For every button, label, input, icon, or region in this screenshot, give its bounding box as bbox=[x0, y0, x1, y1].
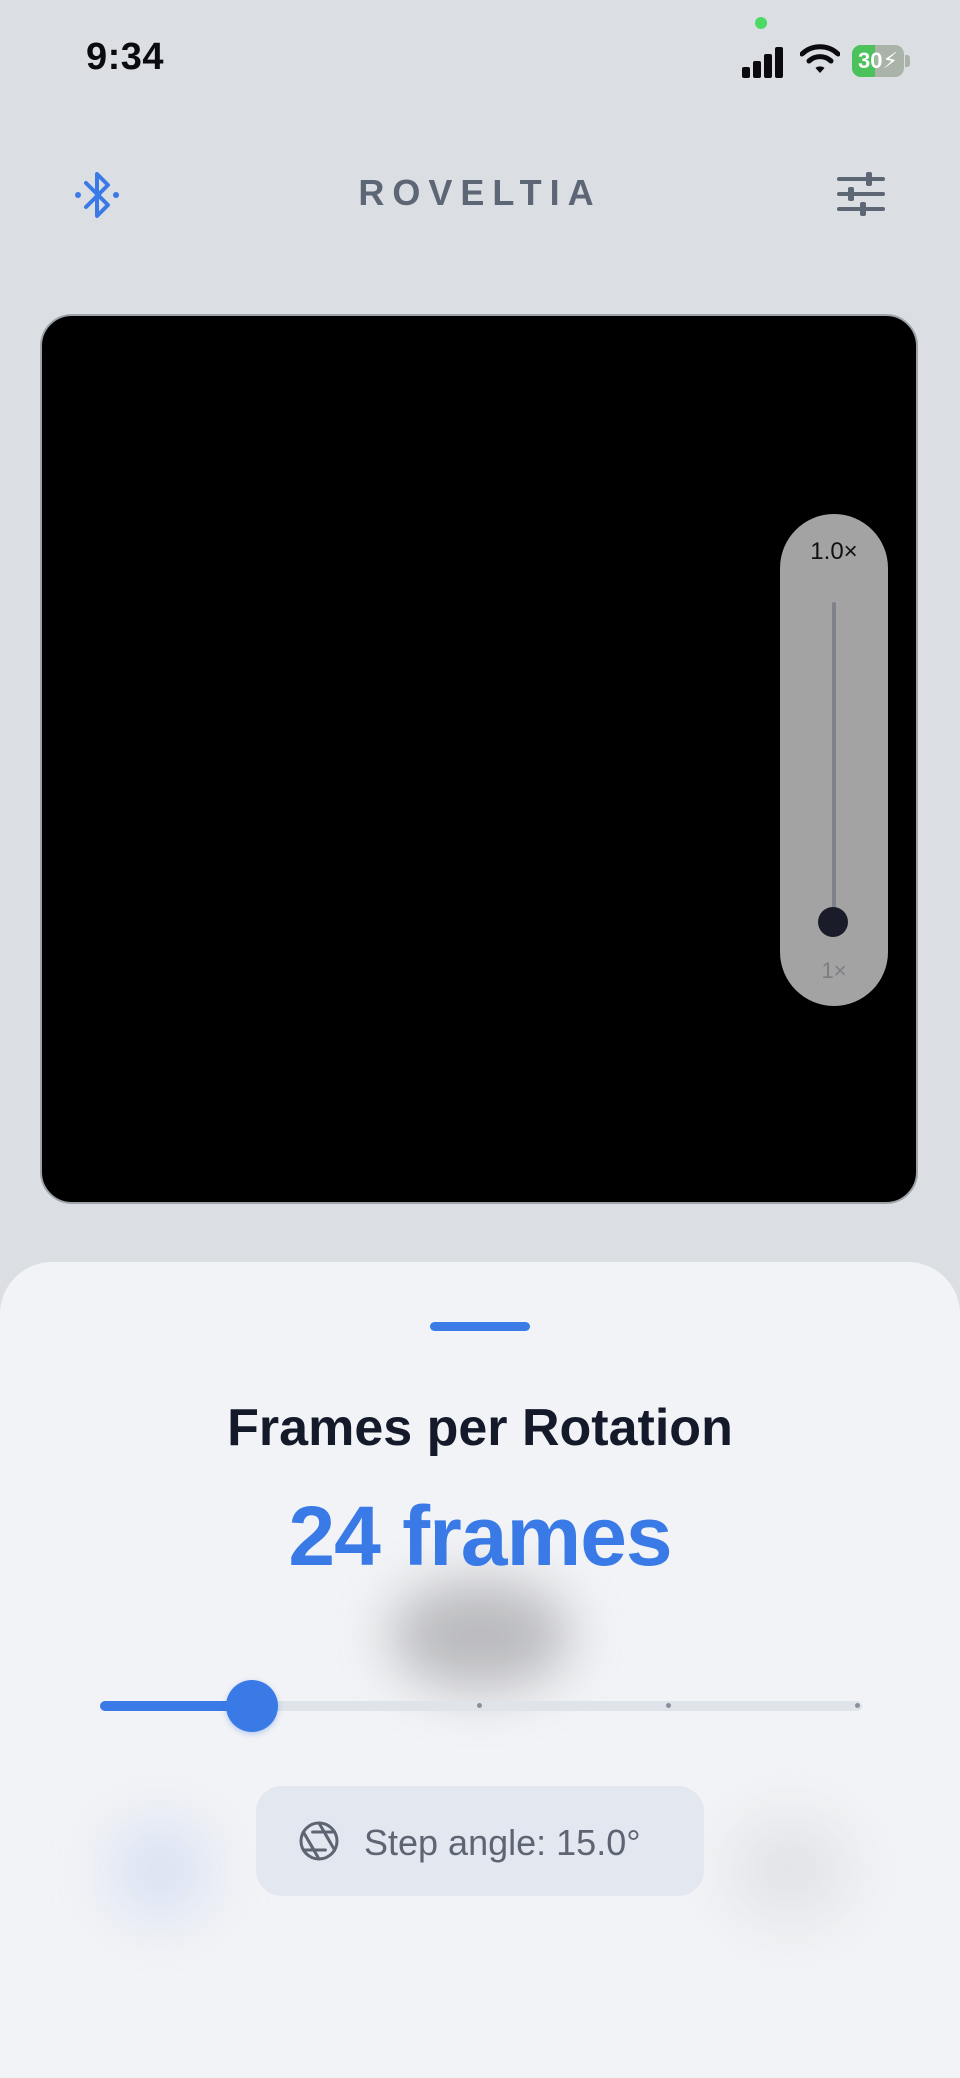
background-glow bbox=[390, 1580, 570, 1690]
aperture-icon bbox=[299, 1821, 339, 1861]
zoom-track bbox=[832, 602, 836, 922]
battery-level: 30⚡ bbox=[858, 48, 898, 73]
slider-tick bbox=[666, 1703, 671, 1708]
frames-slider-thumb[interactable] bbox=[226, 1680, 279, 1732]
slider-tick bbox=[477, 1703, 482, 1708]
privacy-indicator-dot bbox=[755, 17, 767, 29]
zoom-min-label: 1× bbox=[821, 958, 847, 983]
background-glow bbox=[730, 1820, 850, 1920]
sliders-settings-icon[interactable] bbox=[836, 170, 886, 218]
sheet-drag-handle[interactable] bbox=[430, 1322, 530, 1331]
zoom-value-label: 1.0× bbox=[810, 538, 858, 565]
wifi-icon bbox=[800, 44, 840, 73]
battery-icon: 30⚡ bbox=[852, 45, 910, 77]
app-title: ROVELTIA bbox=[358, 172, 602, 213]
zoom-thumb[interactable] bbox=[818, 907, 848, 937]
cellular-signal-icon bbox=[742, 44, 784, 78]
step-angle-text: Step angle: 15.0° bbox=[364, 1822, 641, 1863]
frames-per-rotation-title: Frames per Rotation bbox=[227, 1399, 733, 1457]
frames-value: 24 frames bbox=[288, 1489, 672, 1583]
background-glow bbox=[110, 1820, 210, 1920]
status-time: 9:34 bbox=[86, 36, 165, 78]
slider-tick bbox=[855, 1703, 860, 1708]
